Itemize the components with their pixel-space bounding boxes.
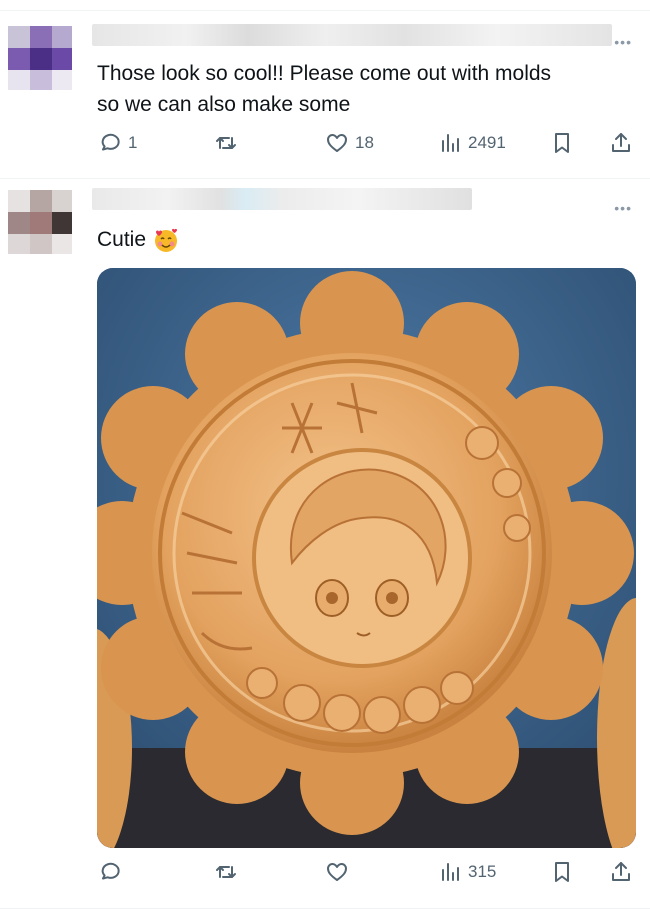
smiling-face-with-hearts-emoji — [155, 228, 178, 252]
views-count: 2491 — [468, 133, 506, 152]
views-count: 315 — [468, 862, 497, 881]
share-icon — [612, 133, 630, 152]
author-name-redacted[interactable] — [92, 188, 472, 210]
more-options-button[interactable]: ••• — [614, 34, 632, 50]
like-icon — [327, 134, 347, 152]
bookmark-button[interactable] — [550, 860, 574, 884]
mooncake-photo — [97, 268, 636, 848]
reply-tweet-1[interactable]: ••• Those look so cool!! Please come out… — [0, 0, 650, 178]
share-icon — [612, 862, 630, 881]
reply-button[interactable] — [98, 860, 122, 884]
reply-icon — [101, 133, 120, 151]
views-button[interactable]: 315 — [438, 860, 496, 884]
bookmark-button[interactable] — [550, 131, 574, 155]
share-button[interactable] — [609, 860, 633, 884]
repost-button[interactable] — [214, 131, 238, 155]
like-button[interactable]: 18 — [325, 131, 374, 155]
repost-icon — [216, 866, 236, 878]
bookmark-icon — [555, 133, 569, 153]
reply-button[interactable]: 1 — [98, 131, 137, 155]
divider-bottom — [0, 908, 650, 909]
tweet-actions: 1 18 2491 — [0, 131, 650, 161]
views-icon — [442, 134, 459, 152]
tweet-text: Those look so cool!! Please come out wit… — [97, 62, 552, 116]
repost-icon — [216, 137, 236, 149]
more-options-button[interactable]: ••• — [614, 200, 632, 216]
repost-button[interactable] — [214, 860, 238, 884]
like-count: 18 — [355, 133, 374, 152]
reply-icon — [101, 862, 120, 880]
share-button[interactable] — [609, 131, 633, 155]
avatar[interactable] — [8, 26, 72, 90]
views-button[interactable]: 2491 — [438, 131, 506, 155]
like-icon — [327, 863, 347, 881]
tweet-text: Cutie — [97, 224, 180, 255]
reply-count: 1 — [128, 133, 138, 152]
author-name-redacted[interactable] — [92, 24, 612, 46]
tweet-actions: 315 — [0, 860, 650, 890]
avatar[interactable] — [8, 190, 72, 254]
views-icon — [442, 863, 459, 881]
bookmark-icon — [555, 862, 569, 882]
like-button[interactable] — [325, 860, 349, 884]
tweet-photo[interactable] — [97, 268, 636, 848]
